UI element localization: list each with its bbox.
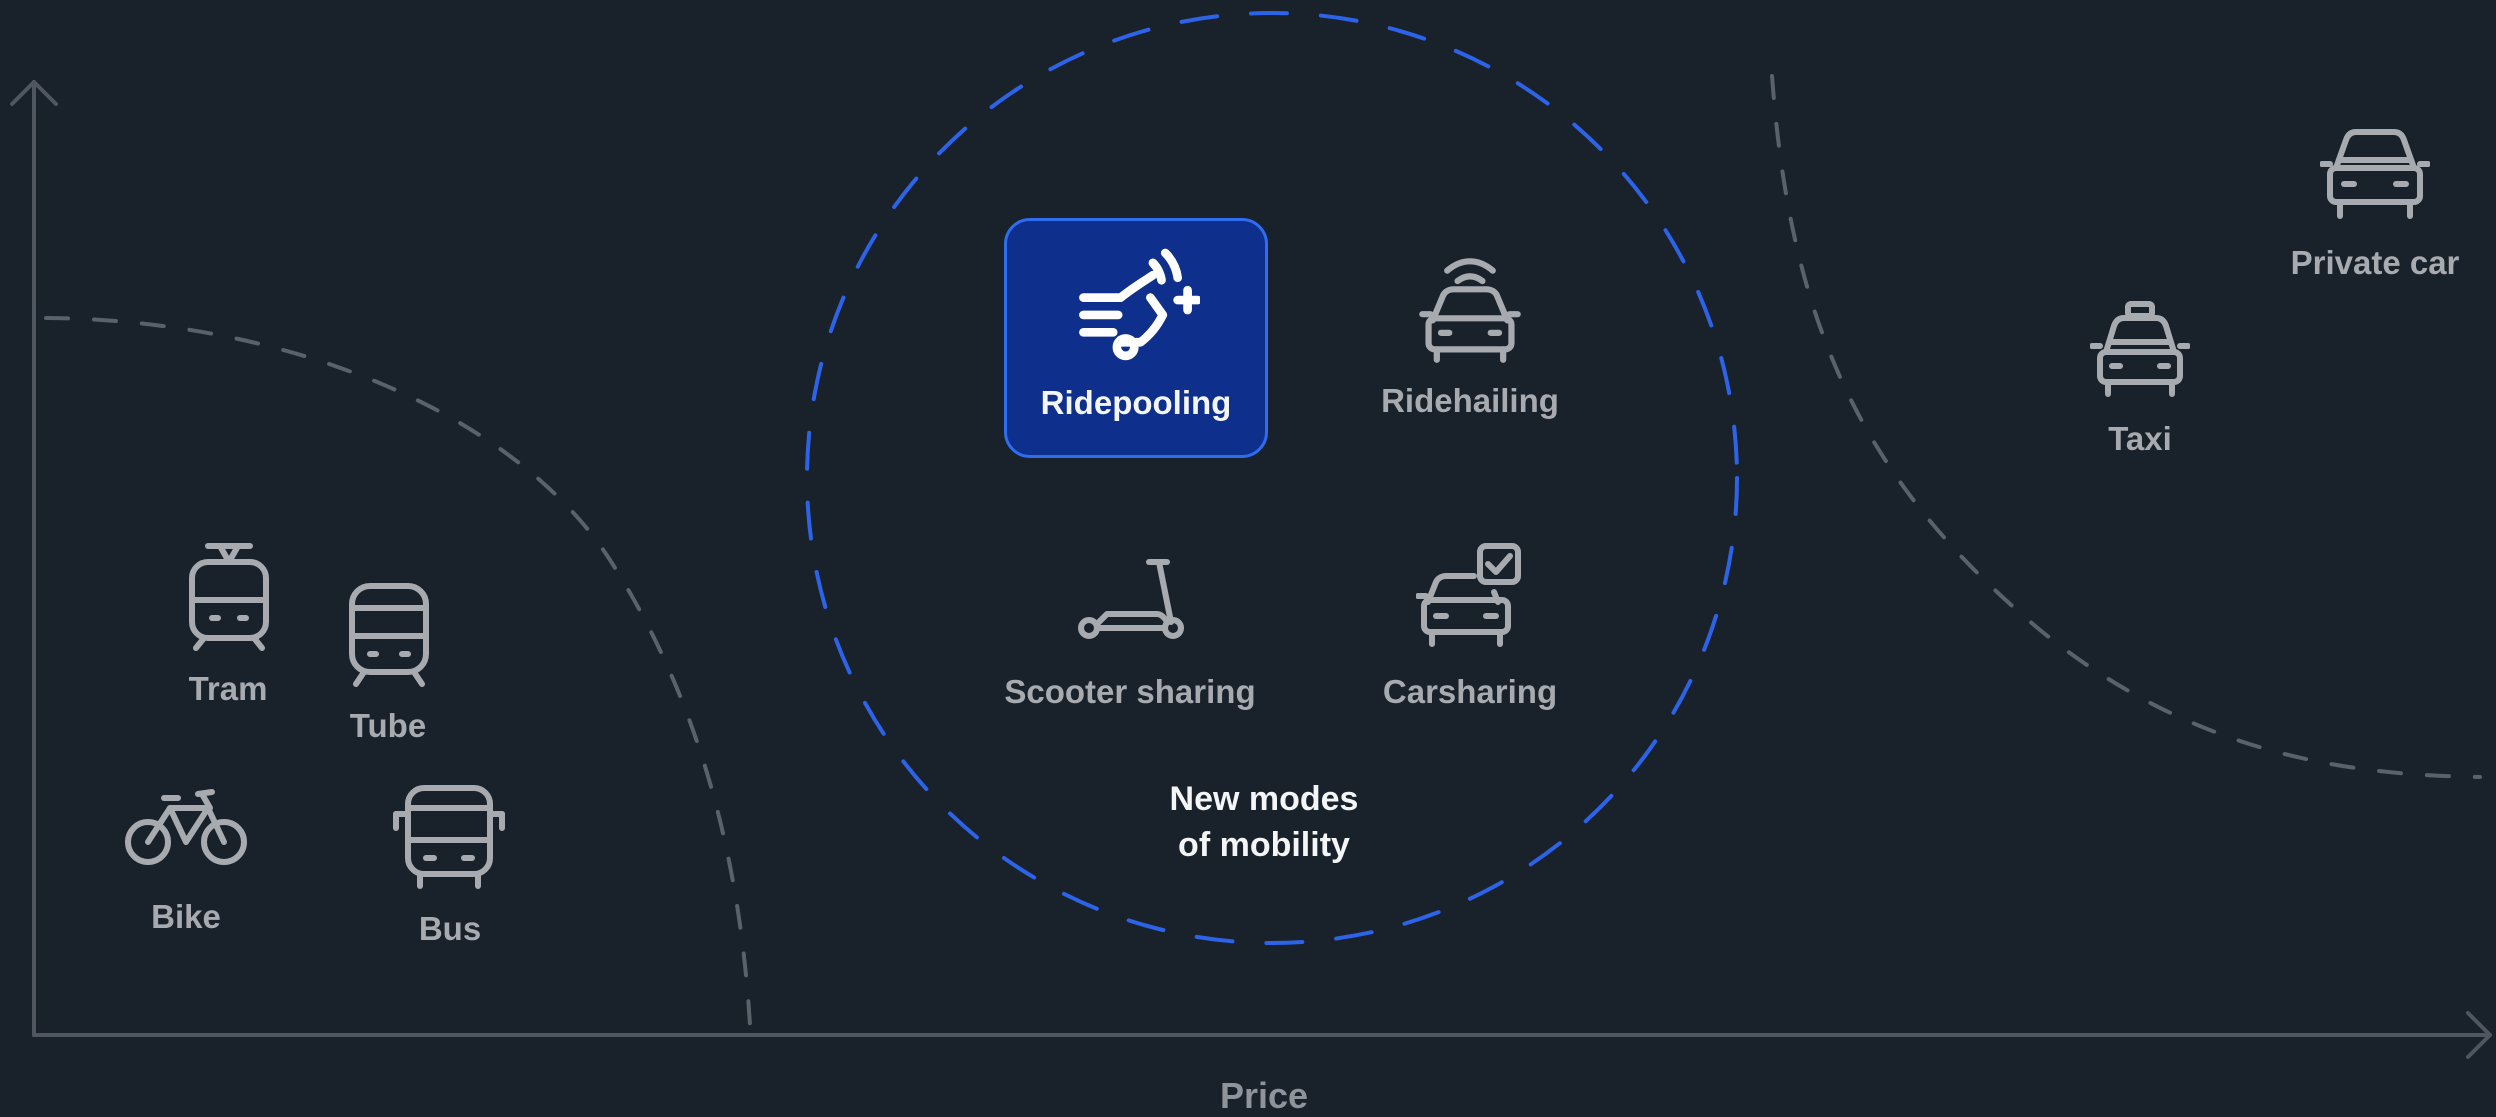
tube-icon [349, 583, 429, 687]
bus-icon [393, 785, 505, 889]
ridehailing-car-icon [1419, 258, 1521, 363]
x-axis-label: Price [1219, 1075, 1309, 1116]
private-car-label: Private car [2290, 244, 2460, 281]
carsharing-label: Carsharing [1382, 673, 1558, 710]
x-axis [32, 1011, 2492, 1059]
scooter-icon [1078, 559, 1184, 639]
mobility-diagram: Ridepooling Ridehailing Scooter sharing [0, 0, 2496, 1117]
ridepooling-icon [1079, 248, 1200, 361]
bike-label: Bike [151, 898, 221, 935]
bike-icon [125, 789, 247, 865]
private-car-icon [2320, 129, 2430, 219]
diagram-lines [10, 11, 2492, 1059]
tram-label: Tram [188, 670, 268, 707]
new-modes-caption-line1: New modes [1169, 780, 1359, 818]
ridehailing-label: Ridehailing [1381, 382, 1559, 419]
new-modes-caption-line2: of mobility [1178, 826, 1350, 864]
bus-label: Bus [418, 910, 482, 947]
y-axis [10, 80, 58, 1037]
taxi-label: Taxi [2108, 420, 2172, 457]
scooter-sharing-label: Scooter sharing [1004, 673, 1256, 710]
tram-icon [189, 543, 269, 651]
new-modes-caption: New modes of mobility [1170, 776, 1359, 868]
carsharing-car-icon [1416, 543, 1521, 647]
ridepooling-label: Ridepooling [1040, 384, 1232, 421]
tube-label: Tube [349, 707, 427, 744]
taxi-icon [2090, 301, 2190, 397]
